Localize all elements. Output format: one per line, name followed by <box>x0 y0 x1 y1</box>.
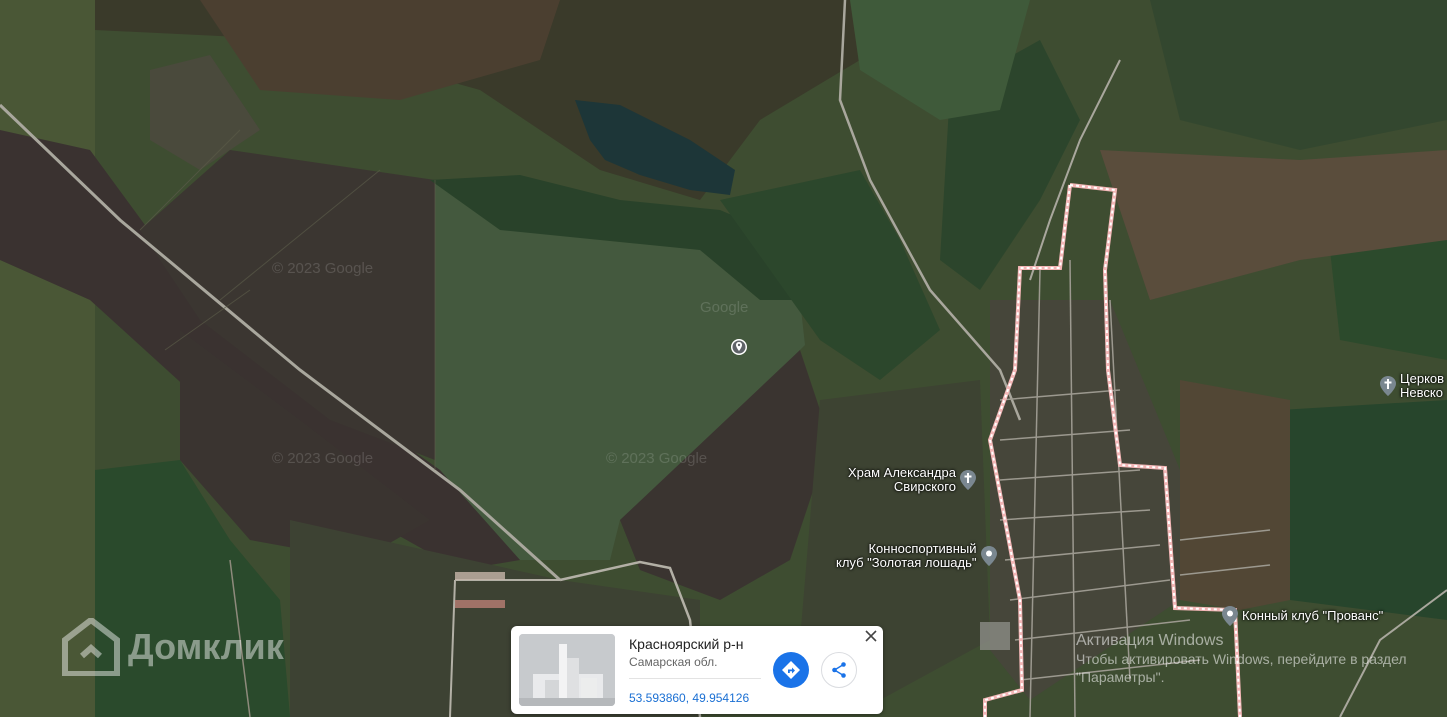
poi-label-line1: Храм Александра <box>848 465 956 480</box>
poi-label-line1: Конноспортивный <box>868 541 977 556</box>
close-button[interactable] <box>863 630 879 646</box>
poi-church-alexander[interactable]: Храм Александра Свирского <box>848 466 976 494</box>
directions-icon <box>782 661 800 679</box>
poi-label: Конноспортивный клуб "Золотая лошадь" <box>836 542 977 570</box>
place-thumbnail <box>519 634 615 706</box>
poi-label-line2: клуб "Золотая лошадь" <box>836 555 977 570</box>
watermark-text: Домклик <box>128 626 284 667</box>
map-copyright: © 2023 Google <box>606 450 707 467</box>
poi-equestrian-club[interactable]: Конноспортивный клуб "Золотая лошадь" <box>836 542 997 570</box>
map-copyright: © 2023 Google <box>272 450 373 467</box>
poi-label: Церков Невско <box>1400 372 1444 400</box>
poi-label-line1: Церков <box>1400 371 1445 386</box>
building-placeholder-icon <box>519 634 615 706</box>
location-marker-icon[interactable] <box>730 338 748 356</box>
place-card: Красноярский р-н Самарская обл. 53.59386… <box>511 626 883 714</box>
poi-label: Конный клуб "Прованс" <box>1242 608 1384 623</box>
pin-icon <box>980 546 997 566</box>
windows-activation-notice: Активация Windows Чтобы активировать Win… <box>1076 632 1446 686</box>
domclick-logo-icon <box>62 618 120 676</box>
cross-pin-icon <box>1380 376 1396 396</box>
map-copyright: © 2023 Google <box>272 260 373 277</box>
poi-label-line2: Свирского <box>893 479 956 494</box>
pin-icon <box>1222 606 1238 626</box>
map-copyright: Google <box>700 299 748 316</box>
card-divider <box>629 678 761 679</box>
place-coordinates[interactable]: 53.593860, 49.954126 <box>629 691 749 705</box>
share-button[interactable] <box>821 652 857 688</box>
activation-subtitle: Чтобы активировать Windows, перейдите в … <box>1076 651 1407 685</box>
close-icon <box>865 630 877 642</box>
activation-title: Активация Windows <box>1076 632 1224 649</box>
poi-label: Храм Александра Свирского <box>848 466 956 494</box>
domclick-watermark: Домклик <box>62 618 284 676</box>
place-region: Самарская обл. <box>629 655 718 669</box>
poi-church-nevsky[interactable]: Церков Невско <box>1380 372 1444 400</box>
place-title: Красноярский р-н <box>629 636 744 652</box>
poi-label-line2: Невско <box>1400 385 1443 400</box>
share-icon <box>832 662 846 678</box>
cross-pin-icon <box>959 470 976 490</box>
directions-button[interactable] <box>773 652 809 688</box>
poi-horse-club-provence[interactable]: Конный клуб "Прованс" <box>1222 606 1383 626</box>
